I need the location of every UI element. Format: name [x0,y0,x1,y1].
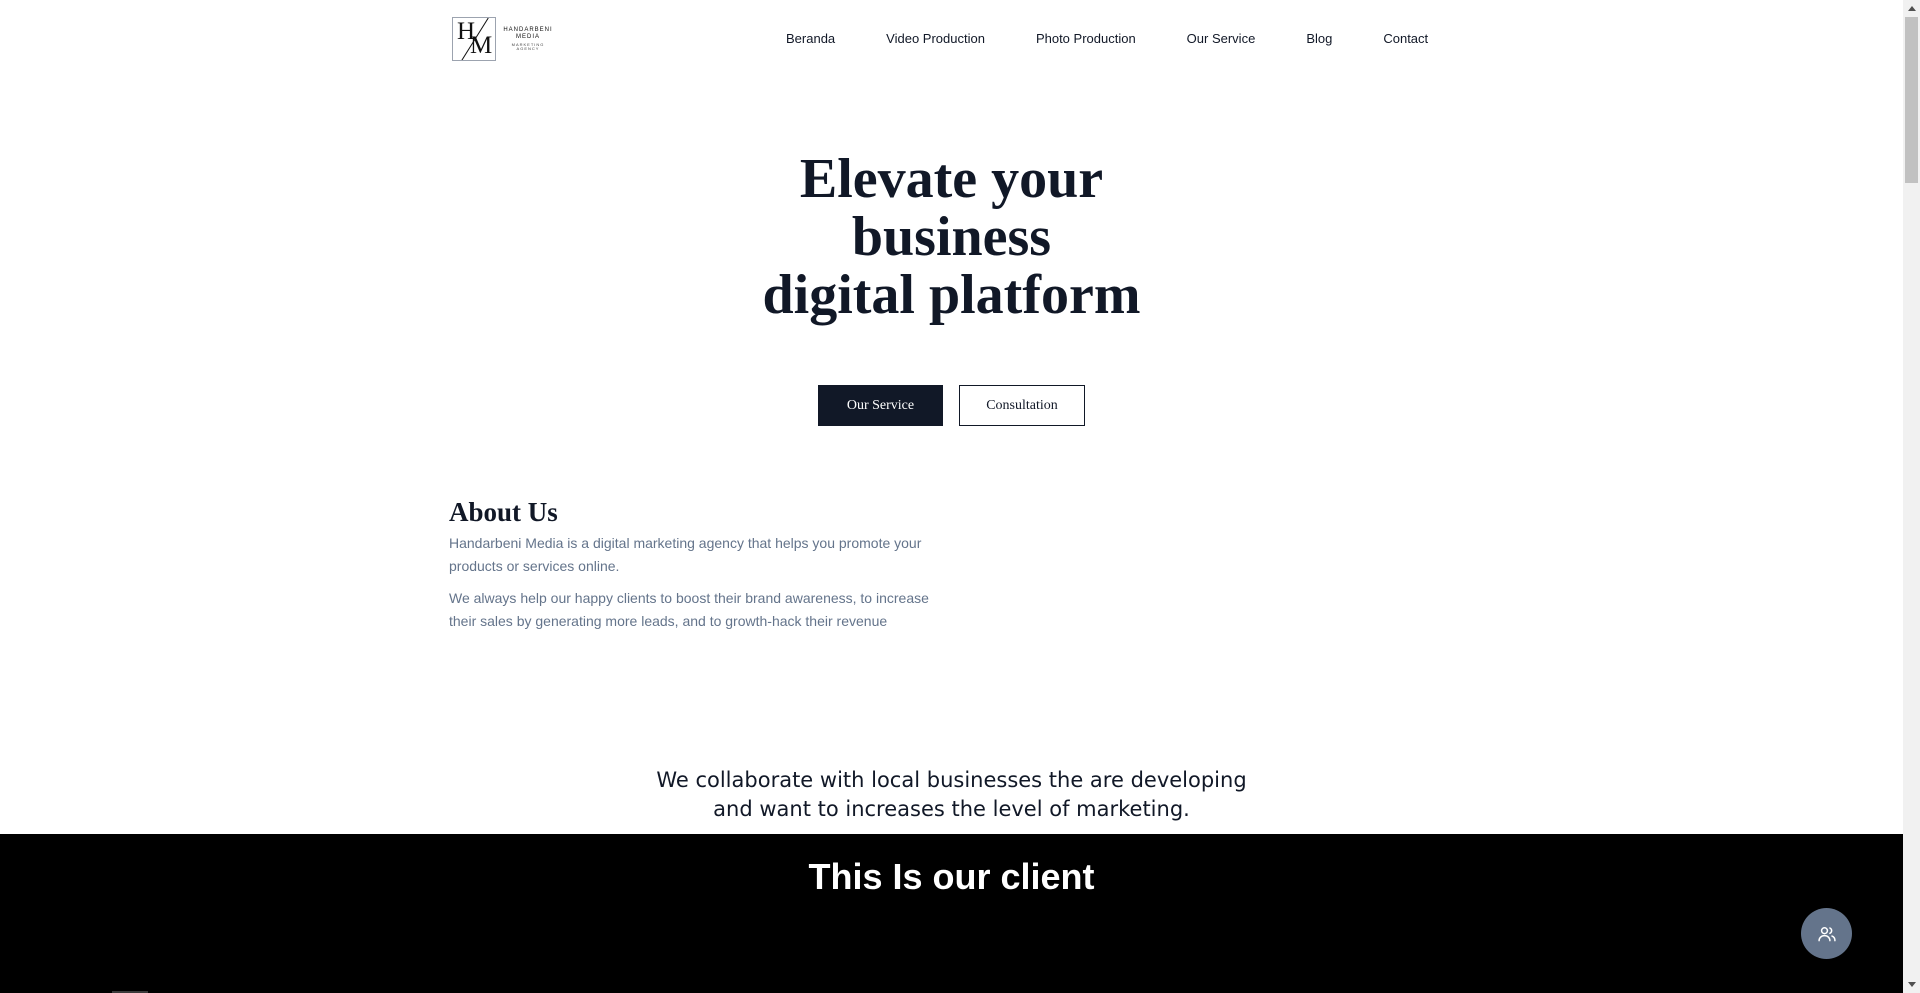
logo-text: HANDARBENI MEDIA MARKETING AGENCY [500,27,556,51]
about-section: About Us Handarbeni Media is a digital m… [449,495,949,633]
logo[interactable]: H M HANDARBENI MEDIA MARKETING AGENCY [452,17,554,65]
collaborate-line: We collaborate with local businesses the… [656,768,1247,792]
logo-mark: H M [452,17,496,61]
hero-buttons: Our Service Consultation [818,385,1085,426]
nav-item-video-production[interactable]: Video Production [886,31,985,49]
users-icon [1817,926,1836,941]
collaborate-statement: We collaborate with local businesses the… [0,766,1903,824]
hero-title-line: digital platform [762,264,1141,326]
scroll-down-arrow-icon[interactable] [1903,976,1920,993]
about-paragraph-2: We always help our happy clients to boos… [449,590,929,629]
logo-tagline: MARKETING AGENCY [511,42,545,51]
clients-heading: This Is our client [808,856,1095,897]
hero-title-line: Elevate your [799,148,1104,210]
about-heading: About Us [449,497,558,527]
vertical-scrollbar[interactable] [1903,0,1920,993]
logo-brand-line1: HANDARBENI [503,27,553,33]
consultation-button[interactable]: Consultation [959,385,1085,426]
about-paragraph-1: Handarbeni Media is a digital marketing … [449,535,922,574]
site-header: H M HANDARBENI MEDIA MARKETING AGENCY Be… [0,0,1903,80]
collaborate-line: and want to increases the level of marke… [713,797,1190,821]
nav-item-blog[interactable]: Blog [1306,31,1332,49]
nav-item-photo-production[interactable]: Photo Production [1036,31,1136,49]
nav-item-beranda[interactable]: Beranda [786,31,835,49]
logo-brand-line2: MEDIA [515,34,540,40]
hero-title-line: business [851,206,1052,268]
scrollbar-thumb[interactable] [1905,17,1918,183]
logo-letter-m: M [470,32,493,59]
scroll-up-arrow-icon[interactable] [1903,0,1920,17]
nav-item-contact[interactable]: Contact [1383,31,1428,49]
nav-item-our-service[interactable]: Our Service [1187,31,1256,49]
hero-title: Elevate your business digital platform [0,150,1903,324]
our-service-button[interactable]: Our Service [818,385,943,426]
page: H M HANDARBENI MEDIA MARKETING AGENCY Be… [0,0,1903,993]
clients-section: This Is our client [0,834,1903,993]
main-nav: Beranda Video Production Photo Productio… [786,31,1428,49]
users-floating-button[interactable] [1801,908,1852,959]
